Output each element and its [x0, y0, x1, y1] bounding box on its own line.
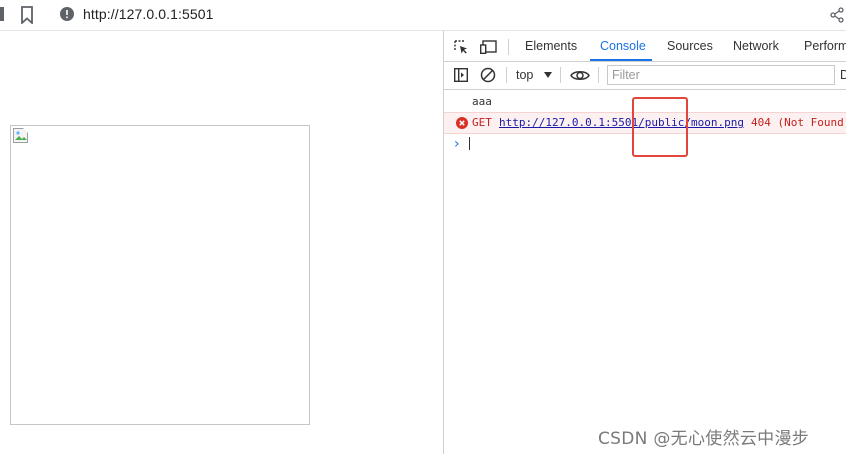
broken-image: [10, 125, 310, 425]
chevron-down-icon[interactable]: [544, 72, 552, 78]
console-sidebar-icon[interactable]: [454, 68, 468, 82]
watermark: CSDN @无心使然云中漫步: [598, 429, 810, 449]
devtools-panel: Elements Console Sources Network Perform…: [443, 31, 846, 454]
toolbar-separator: [560, 67, 561, 83]
error-url-link[interactable]: http://127.0.0.1:5501/public/moon.png: [499, 116, 744, 129]
filter-input[interactable]: [607, 65, 835, 85]
broken-image-icon: [13, 128, 29, 143]
toolbar-separator: [506, 67, 507, 83]
live-expression-eye-icon[interactable]: [570, 69, 590, 82]
device-toolbar-icon[interactable]: [480, 40, 497, 54]
toolbar-separator: [598, 67, 599, 83]
share-icon[interactable]: [830, 7, 844, 23]
tab-network[interactable]: Network: [733, 39, 779, 53]
error-method: GET: [472, 116, 492, 129]
tab-separator: [508, 39, 509, 55]
back-edge-icon[interactable]: [0, 7, 4, 21]
address-bar: http://127.0.0.1:5501: [0, 0, 846, 31]
error-status: 404 (Not Found): [751, 116, 846, 129]
url-text[interactable]: http://127.0.0.1:5501: [83, 6, 214, 22]
log-message: aaa: [472, 95, 492, 108]
console-toolbar: top D: [444, 62, 846, 90]
inspect-element-icon[interactable]: [454, 40, 468, 54]
red-highlight-box: [632, 97, 688, 157]
context-selector[interactable]: top: [516, 68, 533, 82]
tab-sources[interactable]: Sources: [667, 39, 713, 53]
error-icon: [456, 117, 468, 129]
bookmark-icon[interactable]: [20, 6, 34, 24]
active-tab-indicator: [590, 59, 652, 61]
tab-elements[interactable]: Elements: [525, 39, 577, 53]
site-info-icon[interactable]: [60, 7, 74, 21]
page-viewport: [0, 31, 443, 454]
prompt-chevron-icon: ›: [454, 136, 460, 152]
clear-console-icon[interactable]: [480, 67, 496, 83]
tab-performance[interactable]: Perform: [804, 39, 846, 53]
log-levels-dropdown[interactable]: D: [840, 68, 846, 82]
devtools-tabbar: Elements Console Sources Network Perform: [444, 31, 846, 62]
text-caret: [469, 137, 470, 150]
tab-console[interactable]: Console: [600, 39, 646, 53]
